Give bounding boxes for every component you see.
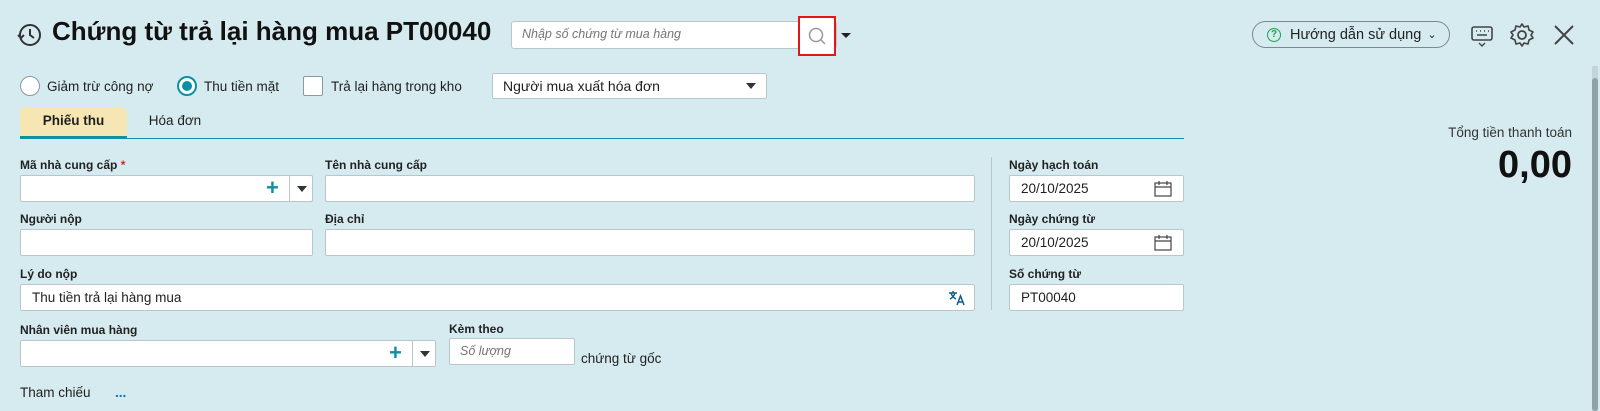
address-label: Địa chỉ <box>325 212 365 226</box>
reference-label: Tham chiếu <box>20 385 91 400</box>
help-icon: ? <box>1267 27 1281 42</box>
payer-field[interactable] <box>20 229 313 256</box>
supplier-code-field[interactable]: + <box>20 175 313 202</box>
checkbox[interactable] <box>303 76 323 96</box>
total-label: Tổng tiền thanh toán <box>1448 125 1572 140</box>
radio-label: Thu tiền mặt <box>204 78 280 94</box>
checkbox-label: Trả lại hàng trong kho <box>331 78 462 94</box>
chevron-down-icon: ⌄ <box>1427 29 1437 41</box>
column-divider <box>991 157 992 310</box>
voucher-no-label: Số chứng từ <box>1009 267 1082 281</box>
supplier-name-label: Tên nhà cung cấp <box>325 158 428 172</box>
total-value: 0,00 <box>1498 144 1572 186</box>
supplier-name-field[interactable] <box>325 175 975 202</box>
invoice-type-select[interactable]: Người mua xuất hóa đơn <box>492 73 767 99</box>
help-button[interactable]: ? Hướng dẫn sử dụng ⌄ <box>1252 21 1450 48</box>
reason-label: Lý do nộp <box>20 267 78 281</box>
close-icon[interactable] <box>1551 22 1577 48</box>
voucher-date-field[interactable]: 20/10/2025 <box>1009 229 1184 256</box>
plus-icon[interactable]: + <box>389 342 402 364</box>
return-stock-checkbox[interactable]: Trả lại hàng trong kho <box>303 75 462 97</box>
attach-suffix: chứng từ gốc <box>581 351 662 366</box>
buyer-dropdown-button[interactable] <box>412 341 436 366</box>
search-button[interactable] <box>798 16 836 56</box>
voucher-no-field[interactable]: PT00040 <box>1009 284 1184 311</box>
tab-invoice[interactable]: Hóa đơn <box>140 107 210 139</box>
supplier-dropdown-button[interactable] <box>289 176 313 201</box>
chevron-down-icon <box>746 83 756 89</box>
help-label: Hướng dẫn sử dụng <box>1290 26 1422 43</box>
posting-date-field[interactable]: 20/10/2025 <box>1009 175 1184 202</box>
address-field[interactable] <box>325 229 975 256</box>
reference-link[interactable]: ... <box>115 385 126 400</box>
supplier-code-label: Mã nhà cung cấp * <box>20 158 126 172</box>
tab-receipt[interactable]: Phiếu thu <box>20 107 127 139</box>
select-value: Người mua xuất hóa đơn <box>503 78 660 94</box>
radio-cash[interactable]: Thu tiền mặt <box>177 75 279 97</box>
plus-icon[interactable]: + <box>266 177 279 199</box>
gear-icon[interactable] <box>1509 22 1535 48</box>
attach-label: Kèm theo <box>449 322 504 336</box>
page-title: Chứng từ trả lại hàng mua PT00040 <box>52 16 492 46</box>
required-mark: * <box>120 158 126 172</box>
history-icon[interactable] <box>16 22 42 48</box>
scrollbar-thumb[interactable] <box>1592 78 1598 411</box>
reason-value: Thu tiền trả lại hàng mua <box>32 290 182 305</box>
attach-quantity-field[interactable] <box>449 338 575 365</box>
payer-label: Người nộp <box>20 212 82 226</box>
radio-debt-reduction[interactable]: Giảm trừ công nợ <box>20 75 153 97</box>
attach-quantity-input[interactable] <box>460 344 566 358</box>
radio-button[interactable] <box>177 76 197 96</box>
calendar-icon[interactable] <box>1154 235 1172 251</box>
radio-button[interactable] <box>20 76 40 96</box>
voucher-search <box>511 16 851 56</box>
translate-icon[interactable] <box>948 290 966 306</box>
buyer-label: Nhân viên mua hàng <box>20 323 138 337</box>
posting-date-label: Ngày hạch toán <box>1009 158 1099 172</box>
keyboard-icon[interactable] <box>1469 22 1495 48</box>
search-dropdown-button[interactable] <box>836 22 855 48</box>
search-input[interactable] <box>522 27 782 41</box>
reason-field[interactable]: Thu tiền trả lại hàng mua <box>20 284 975 311</box>
chevron-down-icon <box>841 33 851 38</box>
buyer-field[interactable]: + <box>20 340 436 367</box>
tab-divider <box>20 138 1184 139</box>
voucher-no-value: PT00040 <box>1021 290 1076 305</box>
search-icon <box>808 27 826 45</box>
radio-label: Giảm trừ công nợ <box>47 78 154 94</box>
calendar-icon[interactable] <box>1154 181 1172 197</box>
voucher-date-label: Ngày chứng từ <box>1009 212 1096 226</box>
